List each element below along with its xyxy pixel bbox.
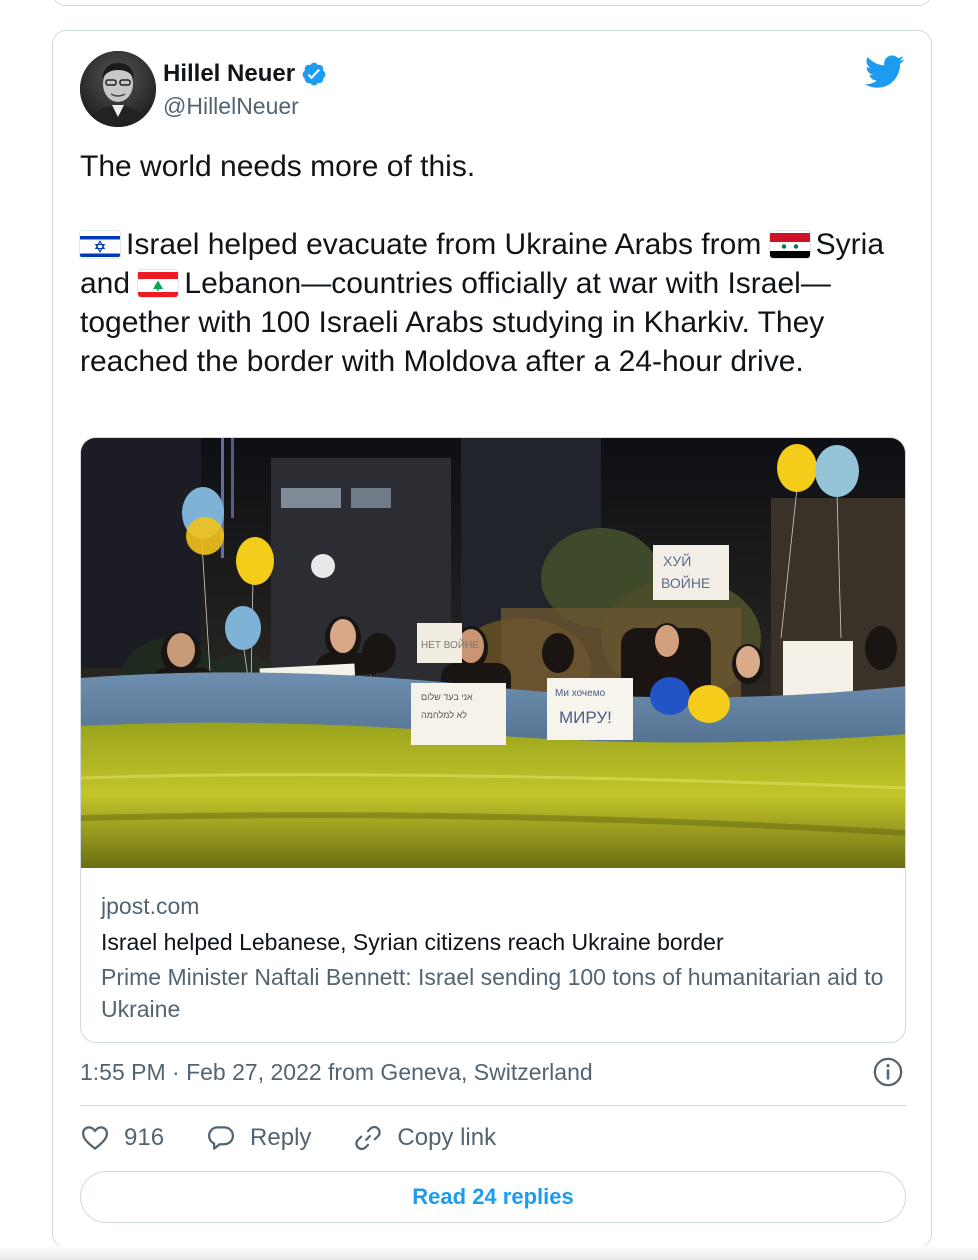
author-display-name[interactable]: Hillel Neuer [163, 60, 295, 88]
lebanon-flag-icon [138, 270, 179, 297]
info-icon[interactable] [873, 1057, 903, 1087]
svg-text:ХУЙ: ХУЙ [663, 552, 691, 569]
bottom-edge [0, 1246, 978, 1260]
reply-bubble-icon [208, 1126, 235, 1150]
svg-text:ВОЙНЕ: ВОЙНЕ [661, 574, 710, 591]
svg-text:МИРУ!: МИРУ! [559, 708, 612, 727]
twitter-bird-icon[interactable] [865, 55, 905, 89]
tweet-text: The world needs more of this. Israel hel… [80, 147, 910, 381]
svg-text:אני בעד שלום: אני בעד שלום [421, 692, 473, 702]
link-chain-icon [355, 1125, 382, 1151]
tweet-text-part-3: Lebanon—countries officially at war with… [80, 267, 831, 378]
copy-link-label: Copy link [397, 1124, 497, 1151]
tweet-actions: 916 Reply Copy link [80, 1123, 496, 1153]
divider [80, 1105, 906, 1106]
tweet-paragraph-2: Israel helped evacuate from Ukraine Arab… [80, 225, 910, 381]
tweet-text-part-1: Israel helped evacuate from Ukraine Arab… [126, 228, 762, 261]
tweet-timestamp[interactable]: 1:55 PM · Feb 27, 2022 from Geneva, Swit… [80, 1059, 593, 1086]
tweet-line-1: The world needs more of this. [80, 150, 476, 183]
copy-link-button[interactable]: Copy link [353, 1123, 496, 1153]
verified-badge-icon [302, 62, 326, 86]
avatar[interactable] [80, 51, 156, 127]
link-preview-meta[interactable]: jpost.com Israel helped Lebanese, Syrian… [101, 890, 891, 1025]
syria-flag-icon [769, 231, 810, 258]
heart-icon [82, 1126, 108, 1150]
link-preview-image[interactable]: I AM A RUSSIAN CITIZEN I AM AGAINST INVA… [81, 438, 905, 868]
svg-text:НЕТ ВОЙНЕ: НЕТ ВОЙНЕ [421, 638, 479, 651]
like-count: 916 [124, 1124, 165, 1151]
like-button[interactable]: 916 [80, 1123, 164, 1153]
reply-label: Reply [250, 1124, 312, 1151]
author-handle[interactable]: @HillelNeuer [163, 93, 299, 120]
read-replies-button[interactable]: Read 24 replies [80, 1171, 906, 1223]
link-preview-card[interactable]: I AM A RUSSIAN CITIZEN I AM AGAINST INVA… [80, 437, 906, 1043]
tweet-card[interactable]: Hillel Neuer @HillelNeuer The world need… [52, 30, 932, 1248]
author-name-row[interactable]: Hillel Neuer [163, 60, 327, 88]
reply-button[interactable]: Reply [206, 1123, 311, 1153]
svg-text:לא למלחמה: לא למלחמה [421, 710, 467, 720]
link-title[interactable]: Israel helped Lebanese, Syrian citizens … [101, 925, 891, 959]
link-description: Prime Minister Naftali Bennett: Israel s… [101, 964, 884, 1022]
svg-text:Ми хочемо: Ми хочемо [555, 688, 606, 699]
link-domain: jpost.com [101, 893, 200, 919]
previous-tweet-card [52, 0, 932, 6]
israel-flag-icon [80, 231, 120, 258]
